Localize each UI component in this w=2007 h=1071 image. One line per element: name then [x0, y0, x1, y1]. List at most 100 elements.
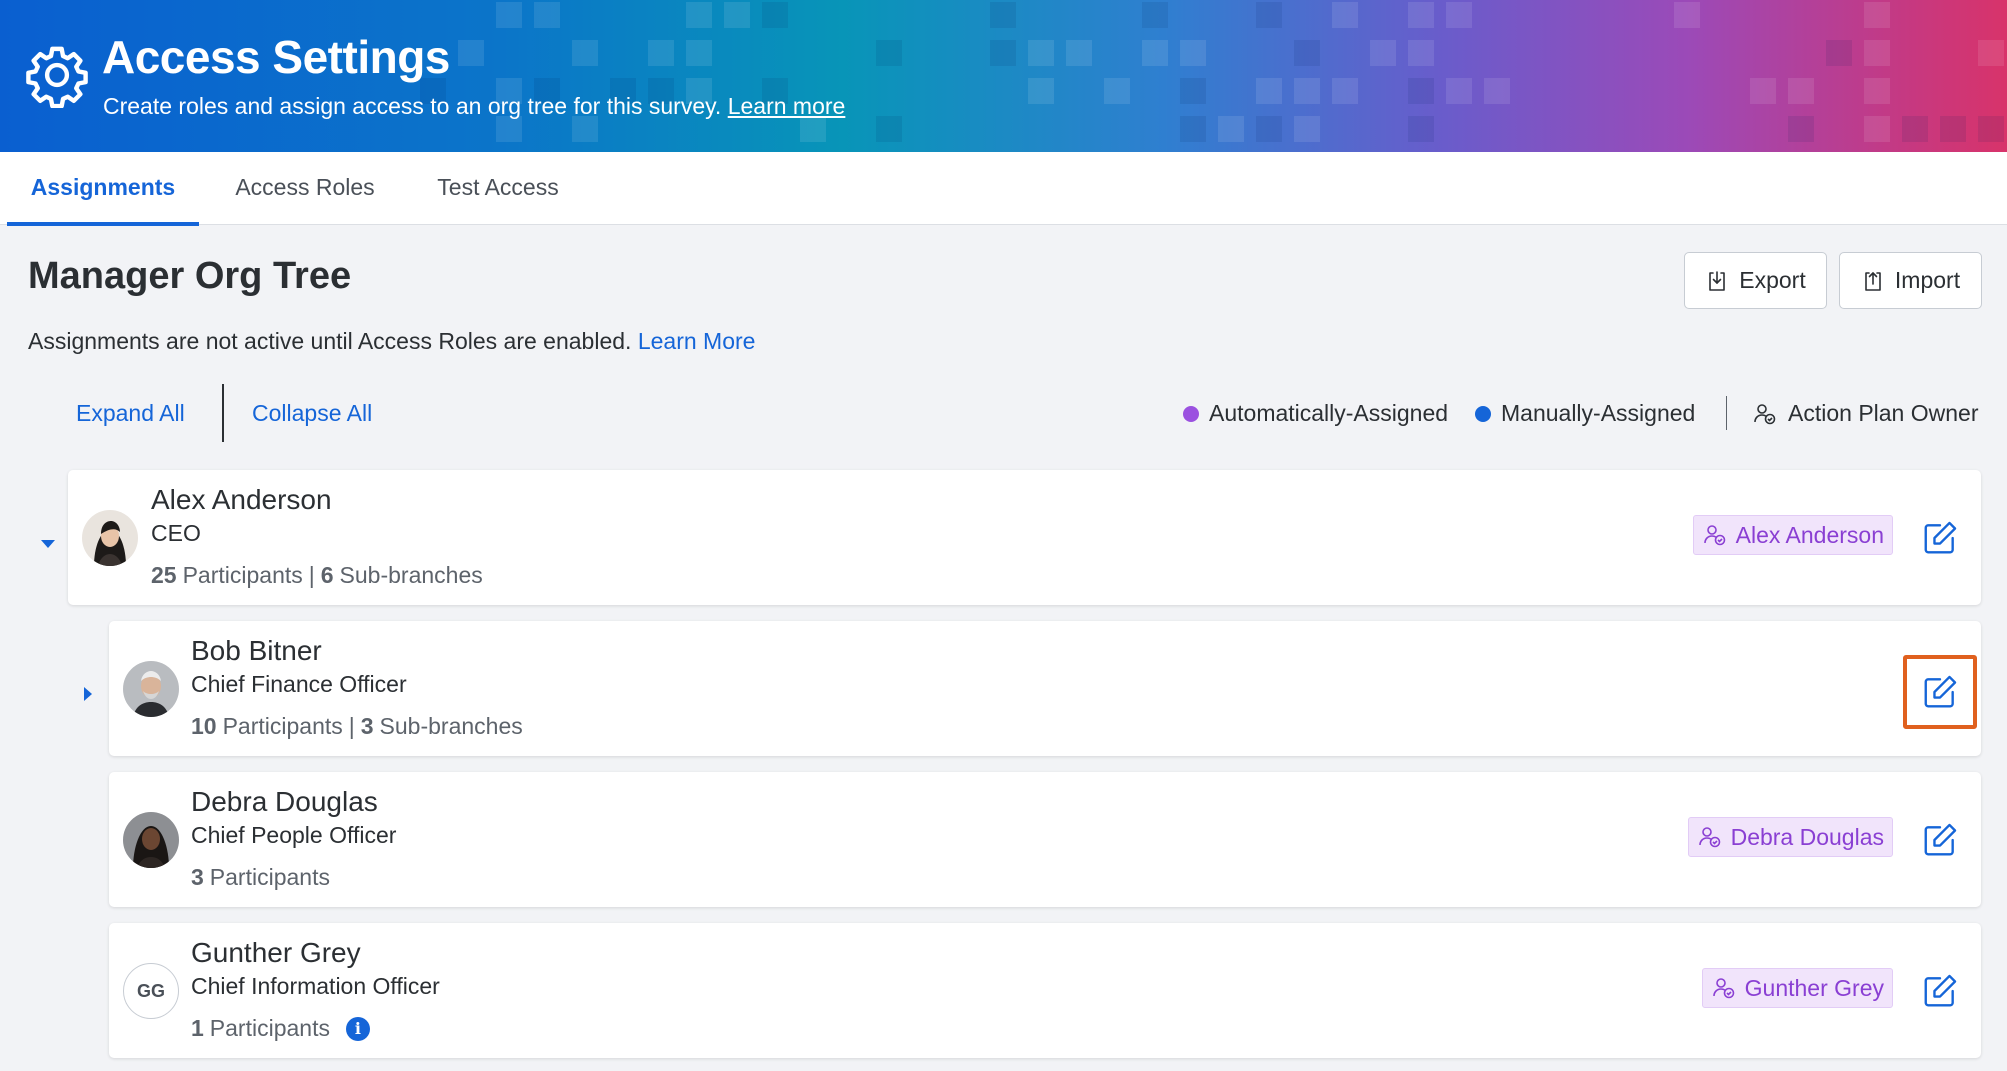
info-icon[interactable]: i [345, 1016, 370, 1041]
banner-tile [1446, 78, 1472, 104]
action-plan-owner-icon [1703, 525, 1725, 546]
person-name: Bob Bitner [191, 635, 322, 666]
banner-tile [1864, 116, 1890, 142]
export-label: Export [1739, 267, 1806, 293]
tree-node-alex-anderson[interactable]: Alex Anderson CEO 25 Participants | 6 Su… [68, 470, 1981, 605]
banner-tile [1788, 78, 1814, 104]
edit-icon [1924, 521, 1957, 554]
collapse-caret-alex[interactable] [41, 540, 55, 548]
expand-all-link[interactable]: Expand All [76, 400, 185, 427]
action-plan-owner-icon [1698, 827, 1720, 848]
person-stats: 1 Participants i [191, 1015, 370, 1042]
page-header-subtitle: Create roles and assign access to an org… [103, 93, 845, 120]
banner-tile [648, 40, 674, 66]
action-plan-owner-tag: Debra Douglas [1687, 817, 1893, 857]
participants-label: Participants [209, 1015, 330, 1041]
banner-tile [1066, 40, 1092, 66]
banner-tile [1256, 2, 1282, 28]
avatar [123, 661, 179, 717]
tab-test-access[interactable]: Test Access [421, 152, 575, 225]
stats-separator: | [348, 713, 355, 739]
legend-automatically-assigned: Automatically-Assigned [1183, 400, 1448, 427]
banner-tile [1218, 116, 1244, 142]
page-header-title: Access Settings [102, 31, 450, 83]
subbranches-count: 3 [360, 713, 374, 739]
banner-tile [990, 2, 1016, 28]
collapse-all-link[interactable]: Collapse All [252, 400, 372, 427]
banner-tile [1332, 2, 1358, 28]
banner-tile [1180, 78, 1206, 104]
edit-button[interactable] [1921, 519, 1959, 557]
owner-name: Gunther Grey [1744, 974, 1884, 1001]
tab-assignments[interactable]: Assignments [7, 152, 199, 226]
header-banner: Access Settings Create roles and assign … [0, 0, 2007, 152]
export-button[interactable]: Export [1684, 252, 1827, 309]
manual-dot [1475, 405, 1491, 422]
participants-label: Participants [209, 864, 330, 890]
banner-tile [1864, 40, 1890, 66]
participants-count: 1 [191, 1015, 204, 1041]
notice-learn-more-link[interactable]: Learn More [638, 328, 756, 354]
participants-count: 25 [151, 562, 177, 588]
legend-owner-label: Action Plan Owner [1788, 400, 1979, 426]
person-stats: 25 Participants | 6 Sub-branches [151, 562, 483, 589]
gear-icon [26, 46, 88, 108]
legend-divider [1726, 396, 1727, 430]
subbranches-label: Sub-branches [339, 562, 483, 588]
banner-tile [876, 40, 902, 66]
banner-tile [1408, 78, 1434, 104]
edit-button[interactable] [1921, 673, 1959, 711]
banner-tile [1940, 116, 1966, 142]
subbranches-label: Sub-branches [379, 713, 523, 739]
edit-icon [1924, 974, 1957, 1007]
import-icon [1865, 271, 1881, 291]
banner-tile [572, 40, 598, 66]
legend-manually-assigned: Manually-Assigned [1475, 400, 1695, 427]
banner-tile [1294, 116, 1320, 142]
tab-bar: Assignments Access Roles Test Access [0, 152, 2007, 226]
edit-icon [1924, 823, 1957, 856]
action-plan-owner-tag: Alex Anderson [1692, 515, 1893, 555]
person-role: CEO [151, 520, 201, 546]
edit-button[interactable] [1921, 821, 1959, 859]
action-plan-owner-tag: Gunther Grey [1701, 968, 1893, 1008]
banner-tile [1294, 78, 1320, 104]
banner-tile [1674, 2, 1700, 28]
action-plan-owner-icon [1754, 403, 1776, 424]
banner-tile [1180, 40, 1206, 66]
subtitle-text: Create roles and assign access to an org… [103, 93, 722, 119]
person-role: Chief People Officer [191, 822, 397, 848]
banner-tile [1826, 40, 1852, 66]
avatar [82, 510, 138, 566]
tree-node-bob-bitner[interactable]: Bob Bitner Chief Finance Officer 10 Part… [109, 621, 1981, 756]
learn-more-link[interactable]: Learn more [728, 93, 846, 119]
banner-tile [686, 2, 712, 28]
divider [222, 384, 224, 442]
banner-tile [496, 2, 522, 28]
import-button[interactable]: Import [1839, 252, 1982, 309]
tree-node-gunther-grey[interactable]: GG Gunther Grey Chief Information Office… [109, 923, 1981, 1058]
subbranches-count: 6 [320, 562, 334, 588]
tab-access-roles[interactable]: Access Roles [224, 152, 386, 225]
action-plan-owner-icon [1712, 978, 1734, 999]
edit-button[interactable] [1921, 972, 1959, 1010]
tree-node-debra-douglas[interactable]: Debra Douglas Chief People Officer 3 Par… [109, 772, 1981, 907]
expand-caret-bob[interactable] [84, 687, 92, 701]
banner-tile [534, 2, 560, 28]
legend-auto-label: Automatically-Assigned [1209, 400, 1449, 426]
banner-tile [1408, 116, 1434, 142]
person-name: Debra Douglas [191, 786, 378, 817]
avatar-initials: GG [123, 963, 179, 1019]
banner-tile [1484, 78, 1510, 104]
avatar [123, 812, 179, 868]
participants-label: Participants [222, 713, 343, 739]
banner-tile [1332, 78, 1358, 104]
banner-tile [1408, 40, 1434, 66]
banner-tile [1446, 2, 1472, 28]
banner-tile [1142, 40, 1168, 66]
banner-tile [1028, 78, 1054, 104]
banner-tile [724, 2, 750, 28]
export-icon [1709, 270, 1726, 291]
banner-tile [1864, 2, 1890, 28]
banner-tile [1028, 40, 1054, 66]
